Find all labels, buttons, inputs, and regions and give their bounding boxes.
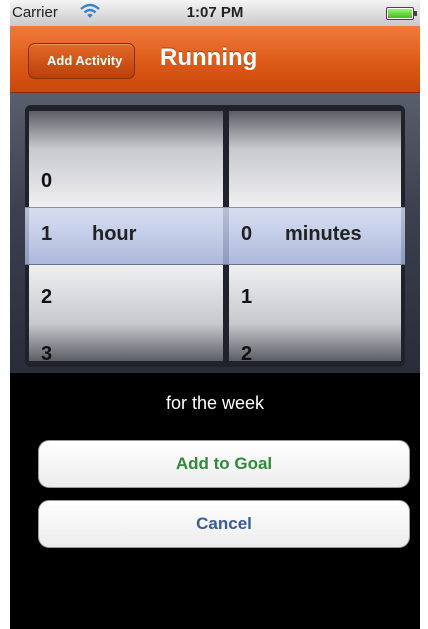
hours-option[interactable]: 0 (41, 170, 52, 193)
selected-minutes-value: 0 (241, 223, 253, 245)
status-bar: Carrier 1:07 PM (10, 0, 420, 26)
period-label: for the week (165, 393, 265, 413)
phone-screen: Carrier 1:07 PM Add Activity Running 0 2… (10, 0, 420, 629)
minutes-option[interactable]: 2 (241, 343, 252, 361)
minutes-option[interactable]: 1 (241, 286, 252, 309)
hours-unit-label: hour (92, 223, 137, 245)
hours-option[interactable]: 2 (41, 286, 52, 309)
cancel-button[interactable]: Cancel (38, 500, 410, 548)
minutes-unit-label: minutes (285, 223, 362, 245)
back-button-label: Add Activity (47, 53, 123, 68)
battery-icon (386, 7, 417, 20)
page-title: Running (160, 44, 258, 71)
back-button[interactable]: Add Activity (28, 43, 136, 79)
hours-option[interactable]: 3 (41, 343, 52, 361)
add-to-goal-button[interactable]: Add to Goal (38, 440, 410, 488)
navigation-bar: Add Activity Running (10, 26, 420, 93)
picker-selection-band: 1 hour 0 minutes (25, 207, 405, 265)
status-time: 1:07 PM (186, 4, 244, 21)
selected-hours-value: 1 (41, 223, 53, 245)
